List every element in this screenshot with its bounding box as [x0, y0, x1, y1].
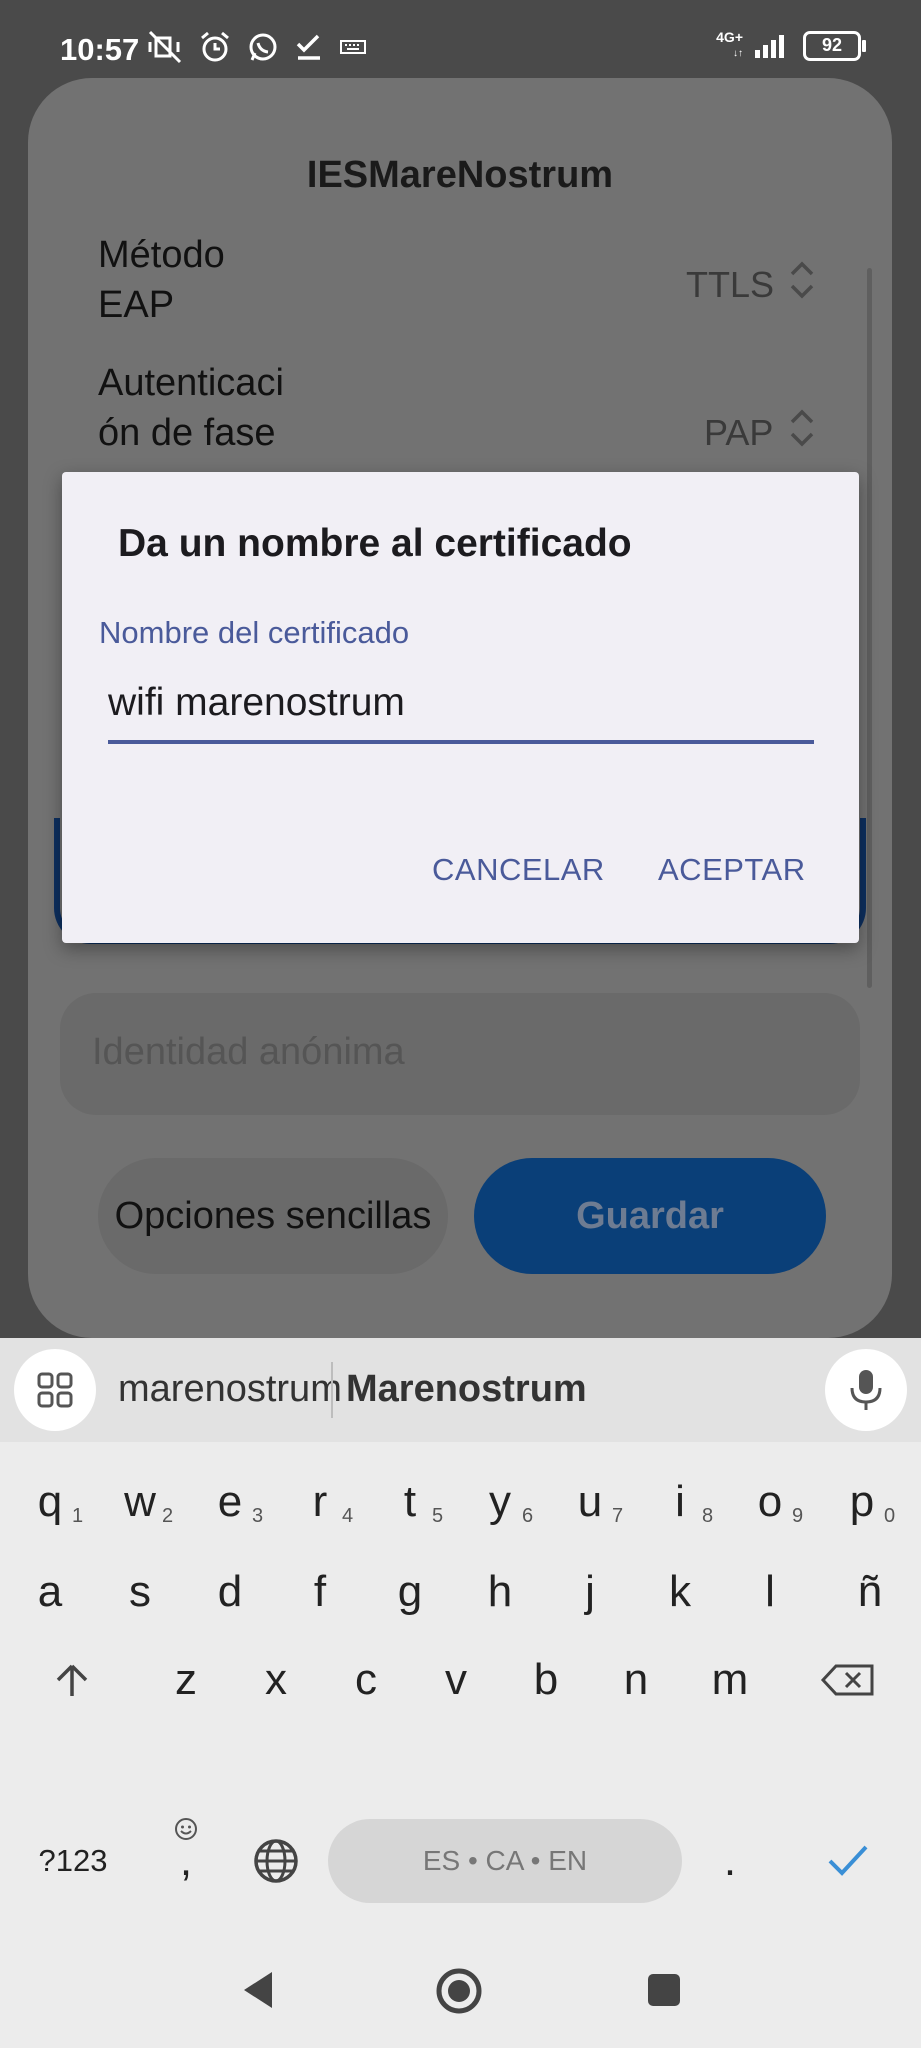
key-f[interactable]: f [280, 1542, 360, 1642]
space-bar[interactable]: ES • CA • EN [328, 1819, 682, 1903]
shift-key[interactable] [32, 1630, 112, 1730]
check-icon [828, 1845, 868, 1876]
symbols-key[interactable]: ?123 [32, 1811, 114, 1911]
key-h[interactable]: h [460, 1542, 540, 1642]
backspace-icon [820, 1664, 874, 1696]
key-z[interactable]: z [146, 1630, 226, 1730]
suggestion-1[interactable]: marenostrum [118, 1368, 342, 1411]
key-q[interactable]: q1 [10, 1452, 90, 1552]
scrollbar[interactable] [867, 268, 872, 988]
certificate-name-input[interactable] [108, 678, 814, 728]
input-underline [108, 740, 814, 744]
status-time: 10:57 [60, 32, 140, 67]
key-g[interactable]: g [370, 1542, 450, 1642]
alarm-icon [201, 31, 229, 62]
key-j[interactable]: j [550, 1542, 630, 1642]
suggestion-strip: marenostrum Marenostrum [0, 1338, 921, 1442]
status-icons [146, 30, 368, 64]
language-key[interactable] [236, 1811, 316, 1911]
enter-key[interactable] [808, 1811, 888, 1911]
shift-icon [56, 1664, 88, 1696]
eap-method-value: TTLS [686, 264, 775, 305]
key-a[interactable]: a [10, 1542, 90, 1642]
navigation-bar [0, 1930, 921, 2048]
anonymous-identity-field[interactable]: Identidad anónima [60, 993, 860, 1115]
period-key[interactable]: . [690, 1811, 770, 1911]
checklist-icon [296, 34, 320, 60]
recents-icon[interactable] [644, 1970, 684, 2010]
key-t[interactable]: t5 [370, 1452, 450, 1552]
key-e[interactable]: e3 [190, 1452, 270, 1552]
phase2-auth-value: PAP [704, 412, 774, 453]
key-c[interactable]: c [326, 1630, 406, 1730]
certificate-name-label: Nombre del certificado [99, 615, 410, 650]
network-indicator: 4G+ ↓↑ [716, 29, 743, 59]
key-i[interactable]: i8 [640, 1452, 720, 1552]
key-y[interactable]: y6 [460, 1452, 540, 1552]
key-w[interactable]: w2 [100, 1452, 180, 1552]
microphone-icon [850, 1370, 882, 1410]
key-m[interactable]: m [690, 1630, 770, 1730]
phase2-auth-label: Autenticaci ón de fase 2 [98, 362, 284, 448]
simple-options-button[interactable]: Opciones sencillas [98, 1158, 448, 1274]
suggestion-2[interactable]: Marenostrum [346, 1368, 587, 1411]
save-button[interactable]: Guardar [474, 1158, 826, 1274]
key-ñ[interactable]: ñ [830, 1542, 910, 1642]
key-p[interactable]: p0 [822, 1452, 902, 1552]
key-k[interactable]: k [640, 1542, 720, 1642]
key-x[interactable]: x [236, 1630, 316, 1730]
voice-input-button[interactable] [825, 1349, 907, 1431]
signal-icon [755, 34, 784, 58]
back-icon[interactable] [238, 1968, 278, 2012]
suggestion-divider [331, 1362, 333, 1418]
apps-grid-button[interactable] [14, 1349, 96, 1431]
key-r[interactable]: r4 [280, 1452, 360, 1552]
keyboard-status-icon [340, 40, 366, 54]
key-b[interactable]: b [506, 1630, 586, 1730]
chevron-updown-icon [790, 261, 814, 299]
key-o[interactable]: o9 [730, 1452, 810, 1552]
key-s[interactable]: s [100, 1542, 180, 1642]
key-v[interactable]: v [416, 1630, 496, 1730]
dialog-title: Da un nombre al certificado [118, 522, 632, 565]
key-d[interactable]: d [190, 1542, 270, 1642]
status-right: 4G+ ↓↑ 92 [716, 29, 866, 61]
emoji-icon [175, 1818, 197, 1840]
comma-key[interactable]: , [146, 1811, 226, 1911]
soft-keyboard: marenostrum Marenostrum q1w2e3r4t5y6u7i8… [0, 1338, 921, 2048]
home-icon[interactable] [434, 1966, 484, 2016]
key-l[interactable]: l [730, 1542, 810, 1642]
chevron-updown-icon [790, 409, 814, 447]
whatsapp-icon [249, 33, 277, 61]
mute-vibrate-icon [148, 30, 182, 64]
apps-grid-icon [37, 1372, 73, 1408]
eap-method-label: Método EAP [98, 234, 225, 326]
backspace-key[interactable] [808, 1630, 888, 1730]
key-u[interactable]: u7 [550, 1452, 630, 1552]
network-title: IESMareNostrum [306, 154, 614, 196]
certificate-name-dialog: Da un nombre al certificado Nombre del c… [62, 472, 859, 943]
anonymous-identity-placeholder: Identidad anónima [92, 1031, 405, 1073]
key-n[interactable]: n [596, 1630, 676, 1730]
accept-button[interactable]: ACEPTAR [658, 852, 806, 888]
battery-icon: 92 [803, 30, 866, 61]
cancel-button[interactable]: CANCELAR [432, 852, 605, 888]
globe-icon [254, 1839, 298, 1883]
